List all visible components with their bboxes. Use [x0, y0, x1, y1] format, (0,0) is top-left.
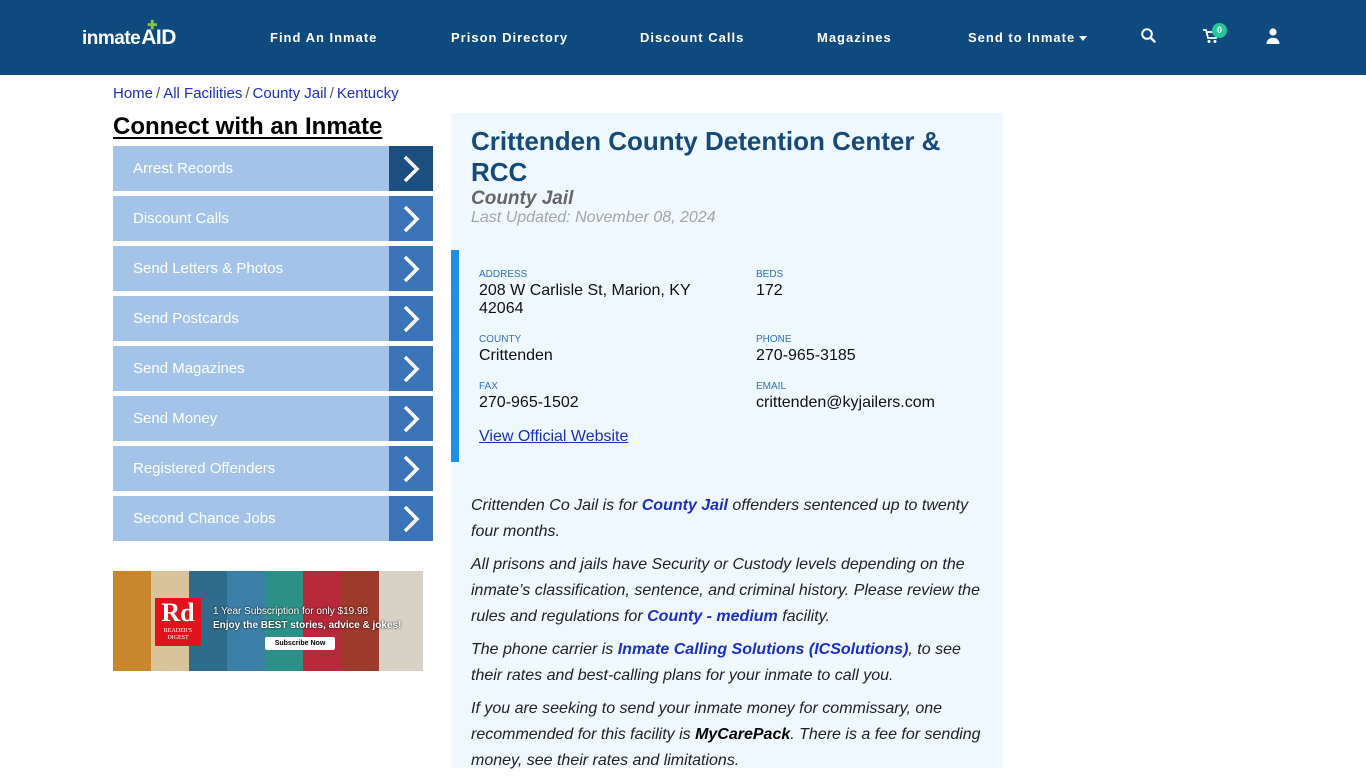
facility-panel: Crittenden County Detention Center & RCC… — [451, 113, 1003, 769]
sidebar-item-label: Arrest Records — [133, 160, 234, 177]
chevron-right-icon — [389, 246, 433, 291]
sidebar-item-second-chance-jobs[interactable]: Second Chance Jobs — [113, 496, 433, 541]
nav-send-to-inmate[interactable]: Send to Inmate — [968, 30, 1088, 45]
money-service-name: MyCarePack — [695, 726, 791, 743]
ad-offer-text: 1 Year Subscription for only $19.98 — [213, 606, 369, 617]
chevron-right-icon — [389, 146, 433, 191]
facility-info-card: ADDRESS 208 W Carlisle St, Marion, KY 42… — [451, 250, 1003, 462]
sidebar-item-send-letters-photos[interactable]: Send Letters & Photos — [113, 246, 433, 291]
county-field: COUNTY Crittenden — [479, 334, 553, 365]
fax-field: FAX 270-965-1502 — [479, 381, 579, 412]
breadcrumb-separator: / — [329, 85, 334, 102]
sidebar-item-label: Send Postcards — [133, 310, 239, 327]
chevron-right-icon — [389, 196, 433, 241]
nav-discount-calls[interactable]: Discount Calls — [640, 30, 744, 45]
beds-value: 172 — [756, 282, 783, 299]
sidebar-item-send-money[interactable]: Send Money — [113, 396, 433, 441]
sidebar-item-label: Registered Offenders — [133, 460, 276, 477]
sidebar-item-label: Second Chance Jobs — [133, 510, 276, 527]
sidebar-item-arrest-records[interactable]: Arrest Records — [113, 146, 433, 191]
sidebar-item-send-magazines[interactable]: Send Magazines — [113, 346, 433, 391]
sidebar-item-label: Discount Calls — [133, 210, 229, 227]
site-logo[interactable]: inmate ✚ AID — [82, 18, 176, 50]
email-label: EMAIL — [756, 381, 787, 392]
fax-value: 270-965-1502 — [479, 394, 579, 411]
last-updated: Last Updated: November 08, 2024 — [471, 209, 716, 226]
breadcrumb-separator: / — [156, 85, 161, 102]
beds-label: BEDS — [756, 269, 784, 280]
phone-field: PHONE 270-965-3185 — [756, 334, 856, 365]
chevron-right-icon — [389, 396, 433, 441]
fax-label: FAX — [479, 381, 498, 392]
nav-find-an-inmate[interactable]: Find An Inmate — [270, 30, 377, 45]
cart-count-badge: 0 — [1212, 23, 1227, 38]
beds-field: BEDS 172 — [756, 269, 783, 300]
breadcrumb: Home / All Facilities / County Jail / Kentucky — [113, 85, 399, 102]
county-label: COUNTY — [479, 334, 522, 345]
nav-send-to-inmate-label: Send to Inmate — [968, 30, 1076, 45]
sidebar-item-discount-calls[interactable]: Discount Calls — [113, 196, 433, 241]
breadcrumb-kentucky[interactable]: Kentucky — [337, 85, 399, 102]
breadcrumb-home[interactable]: Home — [113, 85, 153, 102]
breadcrumb-all-facilities[interactable]: All Facilities — [163, 85, 242, 102]
logo-cross-icon: ✚ — [147, 18, 157, 32]
caret-down-icon — [1079, 36, 1088, 42]
nav-prison-directory[interactable]: Prison Directory — [451, 30, 568, 45]
sidebar-item-label: Send Money — [133, 410, 218, 427]
facility-name: Crittenden County Detention Center & RCC — [471, 126, 941, 187]
search-icon[interactable] — [1140, 27, 1158, 45]
county-value: Crittenden — [479, 347, 553, 364]
readers-digest-ad-banner[interactable]: Rd READER'S DIGEST 1 Year Subscription f… — [113, 571, 423, 671]
description-paragraph: All prisons and jails have Security or C… — [471, 556, 980, 625]
sidebar-menu: Arrest Records Discount Calls Send Lette… — [113, 146, 433, 546]
address-label: ADDRESS — [479, 269, 528, 280]
official-website-link[interactable]: View Official Website — [479, 428, 628, 446]
facility-type: County Jail — [471, 188, 574, 209]
chevron-right-icon — [389, 496, 433, 541]
security-level-link[interactable]: County - medium — [647, 608, 778, 625]
breadcrumb-separator: / — [245, 85, 250, 102]
address-field: ADDRESS 208 W Carlisle St, Marion, KY 42… — [479, 269, 729, 318]
sidebar-item-send-postcards[interactable]: Send Postcards — [113, 296, 433, 341]
address-value: 208 W Carlisle St, Marion, KY 42064 — [479, 282, 691, 317]
ad-subscribe-button[interactable]: Subscribe Now — [265, 637, 335, 650]
facility-description: Crittenden Co Jail is for County Jail of… — [471, 493, 986, 781]
chevron-right-icon — [389, 446, 433, 491]
description-paragraph: If you are seeking to send your inmate m… — [471, 700, 981, 769]
nav-magazines[interactable]: Magazines — [817, 30, 892, 45]
sidebar-title: Connect with an Inmate — [113, 113, 383, 140]
phone-label: PHONE — [756, 334, 792, 345]
email-field: EMAIL crittenden@kyjailers.com — [756, 381, 935, 412]
chevron-right-icon — [389, 346, 433, 391]
email-value: crittenden@kyjailers.com — [756, 394, 935, 411]
readers-digest-logo: Rd READER'S DIGEST — [155, 598, 201, 646]
ad-tagline-text: Enjoy the BEST stories, advice & jokes! — [213, 620, 402, 631]
sidebar-item-label: Send Magazines — [133, 360, 245, 377]
county-jail-link[interactable]: County Jail — [642, 497, 728, 514]
breadcrumb-county-jail[interactable]: County Jail — [253, 85, 327, 102]
user-icon[interactable] — [1264, 27, 1282, 45]
description-paragraph: The phone carrier is Inmate Calling Solu… — [471, 641, 961, 684]
description-paragraph: Crittenden Co Jail is for County Jail of… — [471, 497, 969, 540]
chevron-right-icon — [389, 296, 433, 341]
top-navbar: inmate ✚ AID Find An Inmate Prison Directo… — [0, 0, 1366, 75]
logo-text-inmate: inmate — [82, 28, 141, 49]
sidebar-item-label: Send Letters & Photos — [133, 260, 284, 277]
phone-value: 270-965-3185 — [756, 347, 856, 364]
sidebar-item-registered-offenders[interactable]: Registered Offenders — [113, 446, 433, 491]
logo-text-aid: ✚ AID — [141, 18, 176, 49]
magazine-cover-image — [113, 571, 151, 671]
phone-carrier-link[interactable]: Inmate Calling Solutions (ICSolutions) — [618, 641, 909, 658]
